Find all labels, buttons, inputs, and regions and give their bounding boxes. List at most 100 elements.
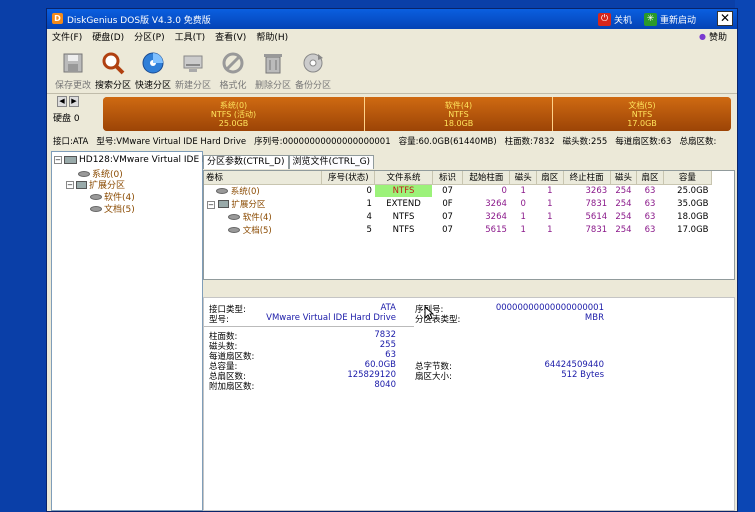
info-heads: 磁头数:255 xyxy=(562,137,608,147)
collapse-toggle[interactable]: − xyxy=(54,156,62,164)
menu-help[interactable]: 帮助(H) xyxy=(251,30,293,43)
extended-partition-icon xyxy=(76,180,87,189)
menu-file[interactable]: 文件(F) xyxy=(47,30,87,43)
partition-grid: 卷标 序号(状态) 文件系统 标识 起始柱面 磁头 扇区 终止柱面 磁头 扇区 … xyxy=(204,171,713,236)
cell-capacity: 18.0GB xyxy=(677,211,709,222)
disk-nav: ◀ ▶ xyxy=(57,96,79,107)
col-start-head[interactable]: 磁头 xyxy=(509,171,537,185)
restart-button[interactable]: ✳ 重新启动 xyxy=(644,11,696,27)
prev-disk-button[interactable]: ◀ xyxy=(57,96,67,107)
segment-fs: NTFS xyxy=(631,110,653,119)
quick-partition-label: 快速分区 xyxy=(134,81,171,91)
col-capacity[interactable]: 容量 xyxy=(663,171,713,185)
cell-end-head: 254 xyxy=(615,198,632,209)
partition-segment-system[interactable]: 系统(0) NTFS (活动) 25.0GB xyxy=(103,97,365,131)
quick-partition-button[interactable]: 快速分区 xyxy=(133,44,173,94)
cell-filesystem: NTFS xyxy=(374,184,433,197)
menu-tools[interactable]: 工具(T) xyxy=(170,30,211,43)
info-interface: 接口:ATA xyxy=(53,137,89,147)
partition-icon xyxy=(228,227,240,233)
cell-capacity: 17.0GB xyxy=(677,224,709,235)
detail-extra-value: 8040 xyxy=(374,380,396,390)
disk-map: ◀ ▶ 硬盘 0 系统(0) NTFS (活动) 25.0GB 软件(4) NT… xyxy=(47,94,737,132)
diskgenius-window: D DiskGenius DOS版 V4.3.0 免费版 ⏻ 关机 ✳ 重新启动… xyxy=(46,8,738,512)
format-icon xyxy=(222,52,244,74)
search-partition-label: 搜索分区 xyxy=(94,81,131,91)
search-partition-button[interactable]: 搜索分区 xyxy=(93,44,133,94)
partition-icon xyxy=(216,188,228,195)
donate-label: 赞助 xyxy=(708,33,727,43)
info-capacity: 容量:60.0GB(61440MB) xyxy=(398,137,497,147)
cell-index: 1 xyxy=(366,198,372,209)
cell-index: 5 xyxy=(366,224,372,235)
table-row[interactable]: 文档(5) 5 NTFS 07 5615 1 1 7831 254 63 17.… xyxy=(204,223,712,236)
col-end-sector[interactable]: 扇区 xyxy=(636,171,664,185)
partition-table: 卷标 序号(状态) 文件系统 标识 起始柱面 磁头 扇区 终止柱面 磁头 扇区 … xyxy=(203,170,735,280)
save-changes-button[interactable]: 保存更改 xyxy=(53,44,93,94)
delete-icon xyxy=(264,54,282,74)
col-filesystem[interactable]: 文件系统 xyxy=(374,171,433,185)
table-row[interactable]: 软件(4) 4 NTFS 07 3264 1 1 5614 254 63 18.… xyxy=(204,210,712,223)
col-start-cyl[interactable]: 起始柱面 xyxy=(462,171,511,185)
cell-start-head: 1 xyxy=(520,185,526,196)
col-index[interactable]: 序号(状态) xyxy=(321,171,376,185)
detail-sector-size-label: 扇区大小: xyxy=(415,372,452,382)
cell-end-head: 254 xyxy=(615,211,632,222)
menu-disk[interactable]: 硬盘(D) xyxy=(87,30,129,43)
cell-id: 07 xyxy=(442,211,453,222)
col-end-head[interactable]: 磁头 xyxy=(610,171,638,185)
menu-view[interactable]: 查看(V) xyxy=(210,30,251,43)
col-start-sector[interactable]: 扇区 xyxy=(536,171,564,185)
format-button[interactable]: 格式化 xyxy=(213,44,253,94)
partition-icon xyxy=(90,205,102,212)
tree-disk-label: HD128:VMware Virtual IDE H xyxy=(79,155,209,165)
table-row[interactable]: 系统(0) 0 NTFS 07 0 1 1 3263 254 63 25.0GB xyxy=(204,184,712,197)
backup-partition-button[interactable]: 备份分区 xyxy=(293,44,333,94)
partition-segment-documents[interactable]: 文档(5) NTFS 17.0GB xyxy=(553,97,731,131)
disk-details-panel: 接口类型: ATA 序列号: 00000000000000000001 型号: … xyxy=(203,297,735,511)
segment-name: 系统(0) xyxy=(219,101,248,110)
tree-item-documents[interactable]: 文档(5) xyxy=(90,202,135,215)
cell-filesystem: NTFS xyxy=(392,224,415,235)
col-volume[interactable]: 卷标 xyxy=(204,171,323,185)
cell-id: 07 xyxy=(442,185,453,196)
partition-segment-software[interactable]: 软件(4) NTFS 18.0GB xyxy=(365,97,553,131)
shutdown-label: 关机 xyxy=(614,15,633,26)
donate-button[interactable]: ● 赞助 xyxy=(699,30,727,43)
disk-icon xyxy=(64,156,77,164)
detail-sector-size-value: 512 Bytes xyxy=(561,370,604,380)
collapse-toggle[interactable]: − xyxy=(207,200,215,209)
desktop-background xyxy=(735,0,755,512)
col-id[interactable]: 标识 xyxy=(432,171,464,185)
segment-size: 18.0GB xyxy=(443,119,474,128)
segment-name: 软件(4) xyxy=(444,101,473,110)
delete-partition-button[interactable]: 删除分区 xyxy=(253,44,293,94)
cell-start-cyl: 3264 xyxy=(485,211,507,222)
window-title: DiskGenius DOS版 V4.3.0 免费版 xyxy=(67,16,211,26)
delete-partition-label: 删除分区 xyxy=(254,81,291,91)
table-row[interactable]: − 扩展分区 1 EXTEND 0F 3264 0 1 7831 254 63 … xyxy=(204,197,712,210)
next-disk-button[interactable]: ▶ xyxy=(69,96,79,107)
cell-end-cyl: 7831 xyxy=(585,198,608,209)
info-total-sectors: 总扇区数: xyxy=(679,137,717,147)
col-end-cyl[interactable]: 终止柱面 xyxy=(563,171,611,185)
close-button[interactable]: ✕ xyxy=(717,11,733,26)
cell-end-sector: 63 xyxy=(644,198,656,209)
shutdown-button[interactable]: ⏻ 关机 xyxy=(598,11,632,27)
cell-start-sector: 1 xyxy=(547,211,553,222)
tab-partition-params[interactable]: 分区参数(CTRL_D) xyxy=(203,155,289,169)
cell-end-sector: 63 xyxy=(644,211,656,222)
cell-start-head: 1 xyxy=(520,224,526,235)
collapse-toggle[interactable]: − xyxy=(66,180,74,189)
cell-start-head: 1 xyxy=(520,211,526,222)
detail-spt-value: 63 xyxy=(385,350,396,360)
tree-disk[interactable]: − HD128:VMware Virtual IDE H xyxy=(54,155,209,165)
tab-browse-files[interactable]: 浏览文件(CTRL_G) xyxy=(288,155,375,169)
cell-start-cyl: 5615 xyxy=(485,224,507,235)
segment-size: 17.0GB xyxy=(627,119,657,128)
new-partition-button[interactable]: 新建分区 xyxy=(173,44,213,94)
menu-partition[interactable]: 分区(P) xyxy=(129,30,169,43)
save-changes-label: 保存更改 xyxy=(54,81,91,91)
detail-model-value: VMware Virtual IDE Hard Drive xyxy=(266,313,396,323)
disk-label: 硬盘 0 xyxy=(53,114,80,124)
